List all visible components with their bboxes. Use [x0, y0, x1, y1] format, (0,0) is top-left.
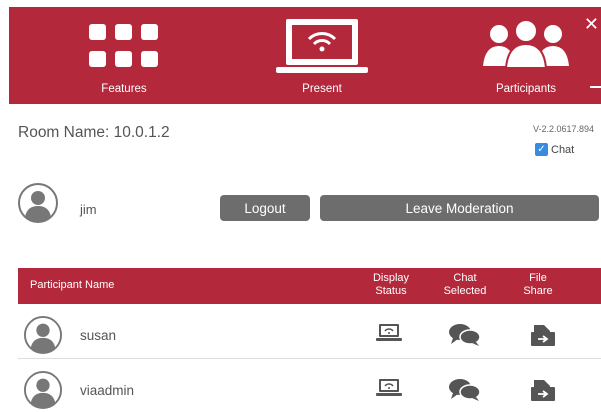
chat-toggle[interactable]: ✓ Chat [535, 143, 574, 156]
laptop-wifi-icon [276, 19, 368, 73]
minimize-button[interactable] [590, 86, 601, 88]
participant-name: susan [80, 328, 117, 343]
participant-row[interactable]: susan [18, 311, 601, 359]
laptop-wifi-icon[interactable] [376, 378, 402, 398]
file-share-icon[interactable] [530, 378, 556, 402]
column-header-display-status: Display Status [372, 272, 410, 297]
nav-features-label: Features [101, 83, 147, 95]
nav-features[interactable]: Features [69, 7, 179, 104]
laptop-wifi-icon[interactable] [376, 323, 402, 343]
version-label: V-2.2.0617.894 [532, 124, 594, 134]
user-avatar-icon [18, 183, 58, 223]
chat-checkbox[interactable]: ✓ [535, 143, 548, 156]
nav-participants[interactable]: Participants [471, 7, 581, 104]
nav-present[interactable]: Present [267, 7, 377, 104]
user-avatar-icon [24, 371, 62, 409]
column-header-file-share: File Share [523, 272, 553, 297]
chat-checkbox-label: Chat [551, 143, 575, 156]
room-name: Room Name: 10.0.1.2 [18, 124, 170, 141]
column-header-name: Participant Name [30, 279, 115, 291]
chat-bubbles-icon[interactable] [448, 323, 482, 347]
top-nav-bar: Features Present Participants ✕ [9, 7, 601, 104]
people-group-icon [483, 20, 569, 69]
participants-table-header: Participant Name Display Status Chat Sel… [18, 268, 601, 304]
logout-button[interactable]: Logout [220, 195, 310, 221]
close-button[interactable]: ✕ [584, 14, 599, 35]
nav-present-label: Present [302, 83, 342, 95]
grid-icon [89, 24, 158, 67]
current-user-name: jim [80, 202, 97, 217]
chat-bubbles-icon[interactable] [448, 378, 482, 402]
column-header-chat-selected: Chat Selected [443, 272, 487, 297]
participant-row[interactable]: viaadmin [18, 366, 601, 412]
file-share-icon[interactable] [530, 323, 556, 347]
leave-moderation-button[interactable]: Leave Moderation [320, 195, 599, 221]
nav-participants-label: Participants [495, 83, 557, 95]
user-avatar-icon [24, 316, 62, 354]
participant-name: viaadmin [80, 383, 135, 398]
